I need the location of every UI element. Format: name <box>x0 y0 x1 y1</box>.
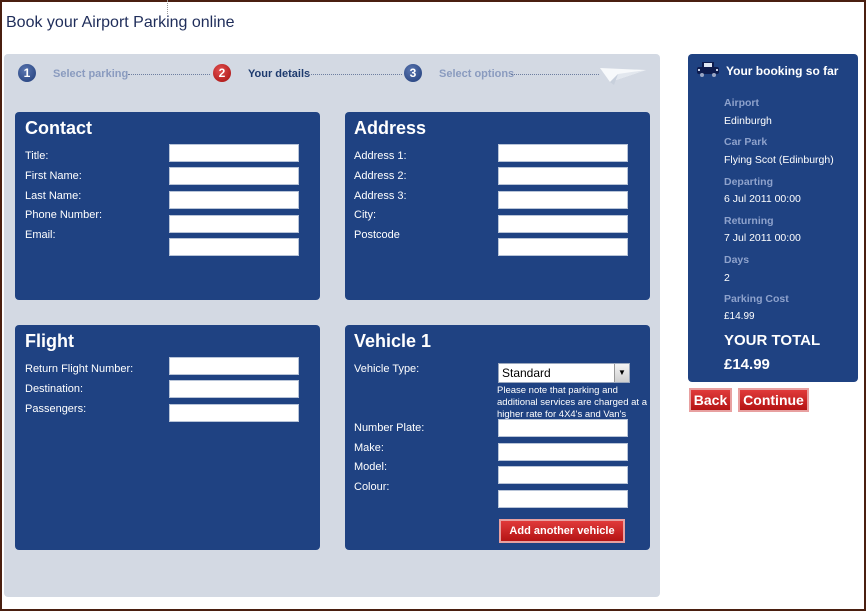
passengers-label: Passengers: <box>25 403 87 415</box>
address1-input[interactable] <box>498 144 628 162</box>
email-input[interactable] <box>169 238 299 256</box>
address3-label: Address 3: <box>354 190 407 202</box>
address-title: Address <box>354 118 427 138</box>
email-label: Email: <box>25 229 56 241</box>
car-park-label: Car Park <box>724 136 768 148</box>
contact-title: Contact <box>25 118 92 138</box>
first-name-input[interactable] <box>169 167 299 185</box>
chevron-down-icon[interactable]: ▼ <box>614 364 629 382</box>
model-label: Model: <box>354 461 388 473</box>
airport-label: Airport <box>724 97 759 109</box>
first-name-label: First Name: <box>25 170 82 182</box>
vehicle-type-label: Vehicle Type: <box>354 363 420 375</box>
colour-label: Colour: <box>354 481 390 493</box>
model-input[interactable] <box>498 466 628 484</box>
step-1-label[interactable]: Select parking <box>53 68 128 80</box>
city-input[interactable] <box>498 215 628 233</box>
step-3-label: Select options <box>439 68 515 80</box>
address2-label: Address 2: <box>354 170 407 182</box>
page-title: Book your Airport Parking online <box>6 14 235 31</box>
number-plate-label: Number Plate: <box>354 422 425 434</box>
step-2-label: Your details <box>248 68 311 80</box>
postcode-label: Postcode <box>354 229 400 241</box>
step-connector <box>308 74 402 75</box>
days-value: 2 <box>724 272 730 284</box>
vehicle-rate-note: Please note that parking and additional … <box>497 385 647 420</box>
divider <box>167 0 168 14</box>
address1-label: Address 1: <box>354 150 407 162</box>
progress-steps: 1 Select parking 2 Your details 3 Select… <box>16 64 656 85</box>
airport-value: Edinburgh <box>724 115 772 127</box>
destination-input[interactable] <box>169 380 299 398</box>
days-label: Days <box>724 254 750 266</box>
title-label: Title: <box>25 150 49 162</box>
destination-label: Destination: <box>25 383 84 395</box>
add-vehicle-button[interactable]: Add another vehicle <box>499 519 625 543</box>
continue-button[interactable]: Continue <box>738 388 809 412</box>
step-connector <box>128 74 210 75</box>
back-button[interactable]: Back <box>689 388 732 412</box>
booking-summary-title: Your booking so far <box>726 64 839 78</box>
address3-input[interactable] <box>498 191 628 209</box>
contact-section: Contact Title: First Name: Last Name: Ph… <box>15 112 320 300</box>
car-park-value: Flying Scot (Edinburgh) <box>724 154 834 166</box>
address-section: Address Address 1: Address 2: Address 3:… <box>345 112 650 300</box>
total-value: £14.99 <box>724 356 770 373</box>
step-2-badge: 2 <box>213 64 231 82</box>
paper-plane-icon <box>600 68 646 85</box>
number-plate-input[interactable] <box>498 419 628 437</box>
parking-cost-value: £14.99 <box>724 311 755 322</box>
total-label: YOUR TOTAL <box>724 332 821 349</box>
flight-title: Flight <box>25 331 74 351</box>
return-flight-input[interactable] <box>169 357 299 375</box>
departing-value: 6 Jul 2011 00:00 <box>724 193 801 205</box>
step-3-badge: 3 <box>404 64 422 82</box>
address2-input[interactable] <box>498 167 628 185</box>
last-name-input[interactable] <box>169 191 299 209</box>
vehicle-title: Vehicle 1 <box>354 331 432 351</box>
last-name-label: Last Name: <box>25 190 82 202</box>
make-input[interactable] <box>498 443 628 461</box>
return-flight-label: Return Flight Number: <box>25 363 134 375</box>
returning-label: Returning <box>724 215 774 227</box>
flight-section: Flight Return Flight Number: Destination… <box>15 325 320 550</box>
colour-input[interactable] <box>498 490 628 508</box>
passengers-input[interactable] <box>169 404 299 422</box>
returning-value: 7 Jul 2011 00:00 <box>724 232 801 244</box>
phone-input[interactable] <box>169 215 299 233</box>
booking-summary: Your booking so far Airport Edinburgh Ca… <box>688 54 858 382</box>
car-icon <box>697 62 719 77</box>
step-connector <box>511 74 599 75</box>
vehicle-section: Vehicle 1 Vehicle Type: Standard ▼ Pleas… <box>345 325 650 550</box>
vehicle-type-value: Standard <box>502 366 551 380</box>
title-input[interactable] <box>169 144 299 162</box>
make-label: Make: <box>354 442 384 454</box>
phone-label: Phone Number: <box>25 209 103 221</box>
city-label: City: <box>354 209 376 221</box>
vehicle-type-select[interactable]: Standard ▼ <box>498 363 630 383</box>
parking-cost-label: Parking Cost <box>724 293 789 305</box>
departing-label: Departing <box>724 176 774 188</box>
step-1-badge: 1 <box>18 64 36 82</box>
postcode-input[interactable] <box>498 238 628 256</box>
